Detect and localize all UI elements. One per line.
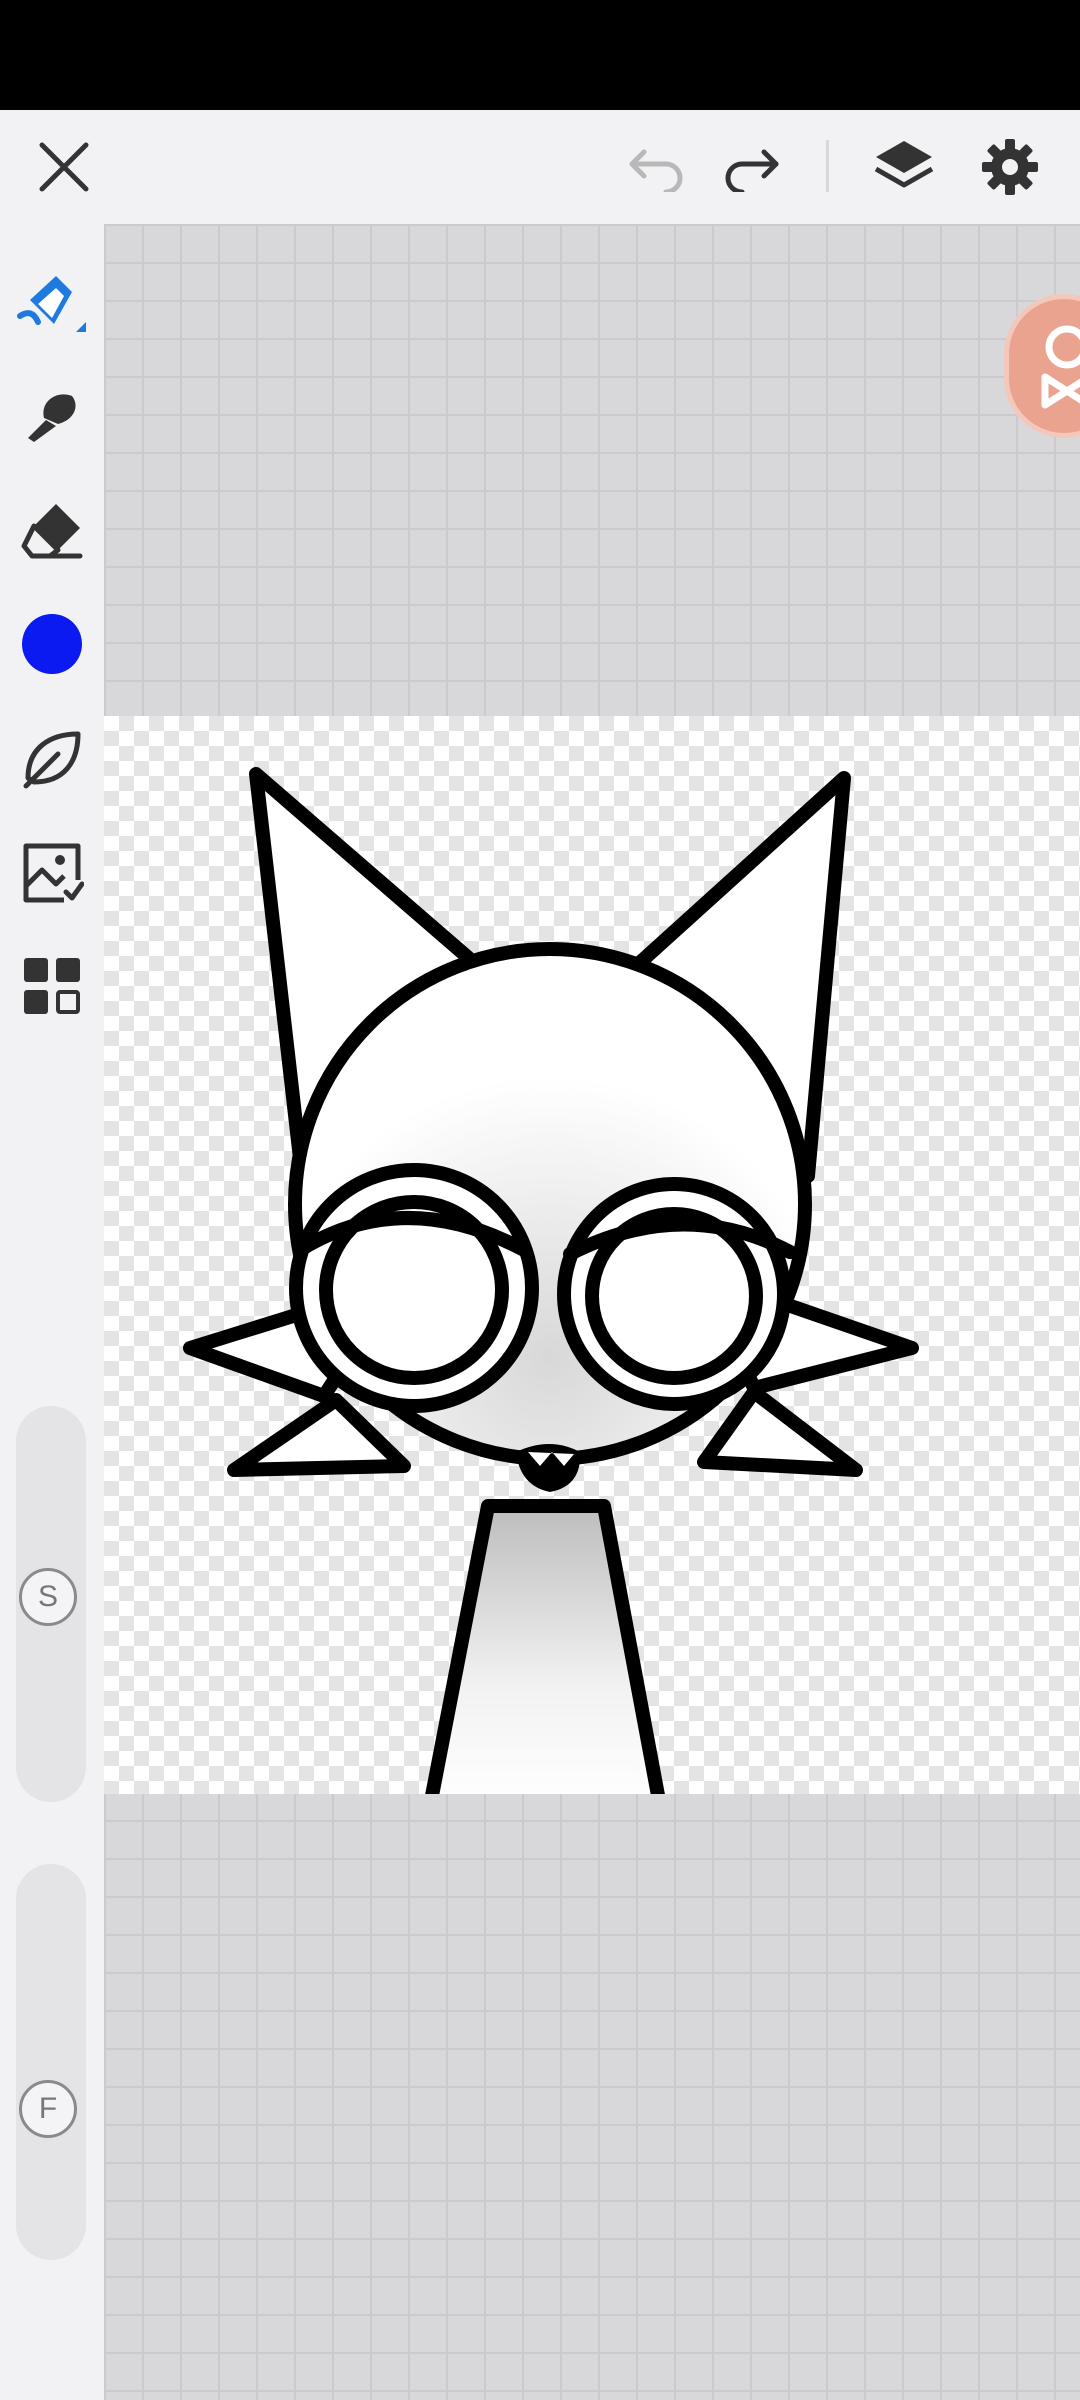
camera-icon [1041, 325, 1080, 409]
eraser-icon [21, 504, 83, 559]
flow-slider-knob[interactable]: F [19, 2080, 77, 2138]
left-tool-sidebar: S F [0, 224, 104, 2400]
pen-tool[interactable] [0, 252, 104, 352]
close-button[interactable] [22, 110, 106, 224]
size-slider-knob[interactable]: S [19, 1568, 77, 1626]
leaf-icon [23, 731, 81, 789]
gallery-tool[interactable] [0, 936, 104, 1036]
status-bar [0, 0, 1080, 110]
undo-icon [629, 149, 683, 192]
eraser-tool[interactable] [0, 480, 104, 580]
settings-button[interactable] [968, 110, 1052, 224]
size-slider-label: S [37, 1580, 58, 1613]
flow-slider[interactable] [16, 1864, 86, 2260]
flow-slider-label: F [38, 2092, 58, 2125]
image-icon [23, 843, 84, 903]
grid-icon [24, 958, 80, 1014]
close-icon [39, 142, 89, 192]
redo-icon [725, 149, 779, 192]
layers-button[interactable] [862, 110, 946, 224]
brush-icon [28, 394, 76, 442]
shape-tool[interactable] [0, 708, 104, 808]
color-swatch [22, 614, 82, 674]
pen-icon [17, 276, 86, 332]
layers-icon [874, 141, 934, 188]
redo-button[interactable] [710, 110, 794, 224]
image-tool[interactable] [0, 822, 104, 922]
undo-button[interactable] [614, 110, 698, 224]
character-drawing [183, 767, 919, 1794]
gear-icon [982, 139, 1038, 195]
drawing-canvas[interactable] [104, 716, 1080, 1794]
toolbar-divider [826, 140, 829, 192]
top-toolbar [0, 110, 1080, 224]
color-picker[interactable] [0, 594, 104, 694]
brush-tool[interactable] [0, 366, 104, 466]
